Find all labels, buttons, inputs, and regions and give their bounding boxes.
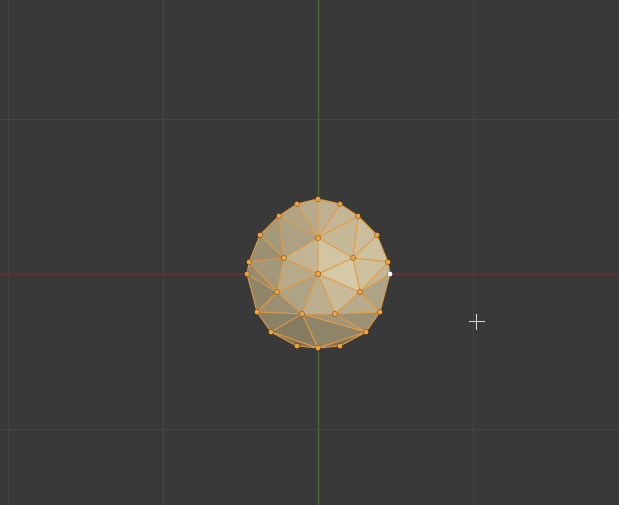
icosphere-mesh[interactable] [0,0,619,505]
viewport-3d[interactable] [0,0,619,505]
